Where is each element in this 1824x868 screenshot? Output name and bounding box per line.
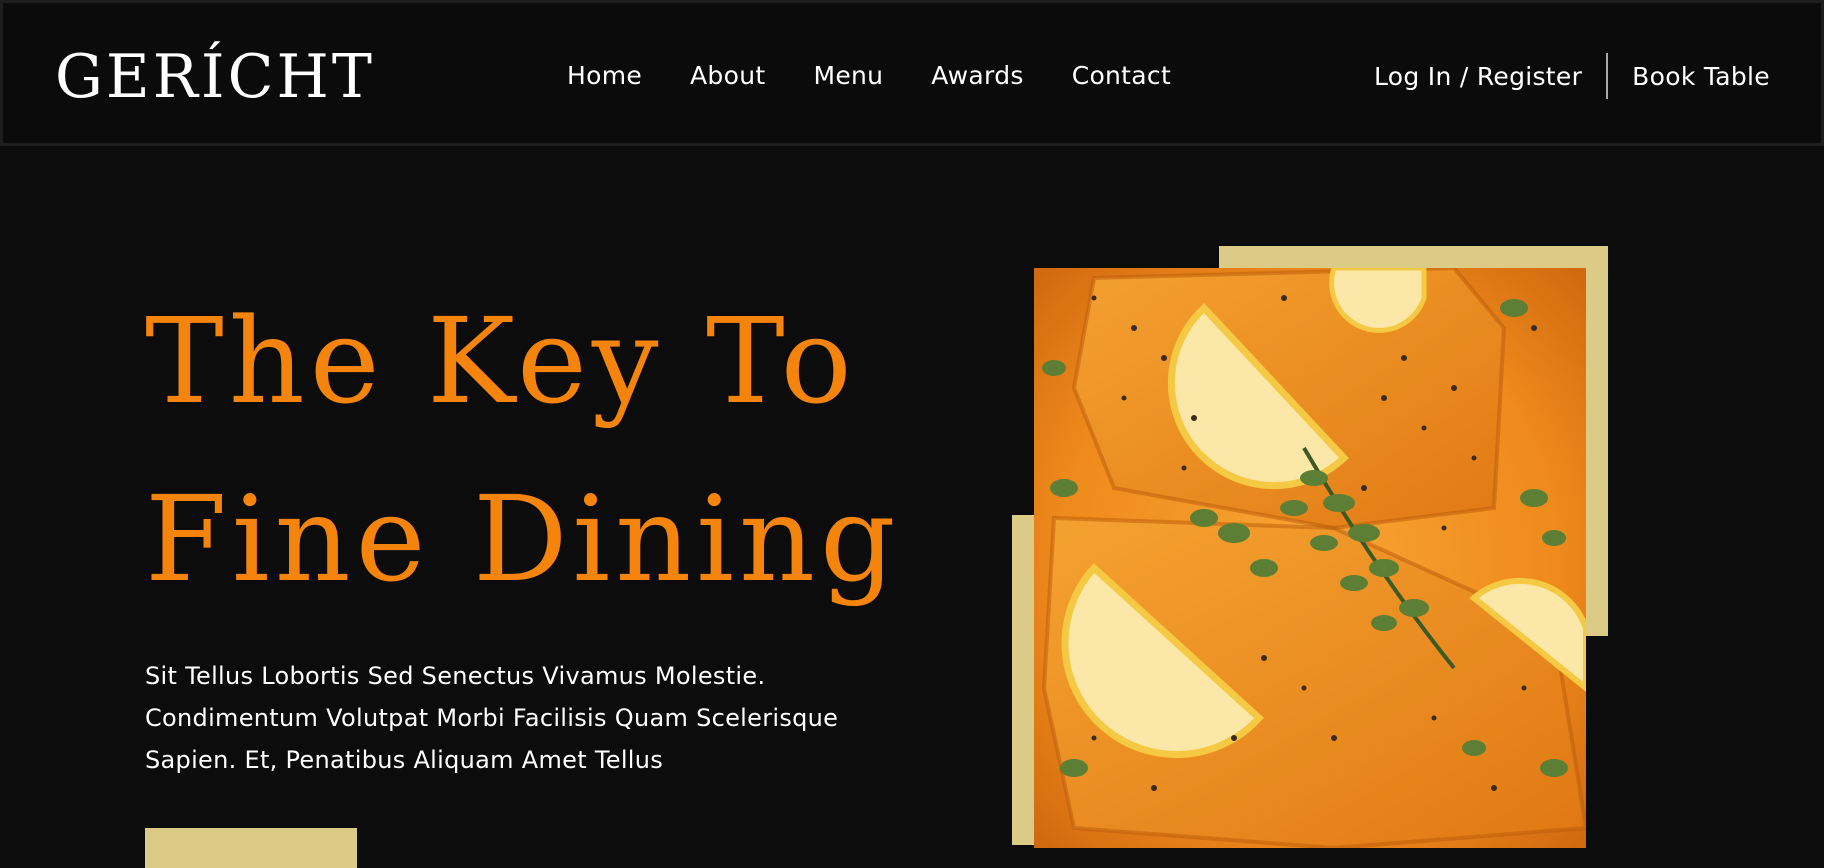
nav-item-about: About bbox=[690, 58, 765, 94]
nav-link-awards[interactable]: Awards bbox=[931, 61, 1023, 90]
nav-link-about[interactable]: About bbox=[690, 61, 765, 90]
food-photo-icon bbox=[1034, 268, 1586, 848]
book-table-link[interactable]: Book Table bbox=[1632, 62, 1770, 91]
nav-links: Home About Menu Awards Contact bbox=[567, 58, 1171, 94]
nav-item-menu: Menu bbox=[813, 58, 883, 94]
login-register-link[interactable]: Log In / Register bbox=[1374, 62, 1582, 91]
hero-title-line-2: Fine Dining bbox=[145, 470, 901, 608]
brand-logo[interactable]: GERÍCHT bbox=[55, 37, 375, 117]
hero-description: Sit Tellus Lobortis Sed Senectus Vivamus… bbox=[145, 662, 839, 774]
hero-title-line-1: The Key To bbox=[145, 292, 857, 430]
nav-link-contact[interactable]: Contact bbox=[1072, 61, 1171, 90]
nav-item-home: Home bbox=[567, 58, 642, 94]
nav-item-contact: Contact bbox=[1072, 58, 1171, 94]
nav-item-awards: Awards bbox=[931, 58, 1023, 94]
nav-link-home[interactable]: Home bbox=[567, 61, 642, 90]
hero-title: The Key To Fine Dining bbox=[145, 272, 901, 628]
navbar: GERÍCHT Home About Menu Awards Contact L… bbox=[0, 0, 1824, 146]
nav-link-menu[interactable]: Menu bbox=[813, 61, 883, 90]
nav-actions: Log In / Register Book Table bbox=[1374, 53, 1770, 99]
hero-cta-button[interactable] bbox=[145, 828, 357, 868]
nav-divider bbox=[1606, 53, 1609, 99]
